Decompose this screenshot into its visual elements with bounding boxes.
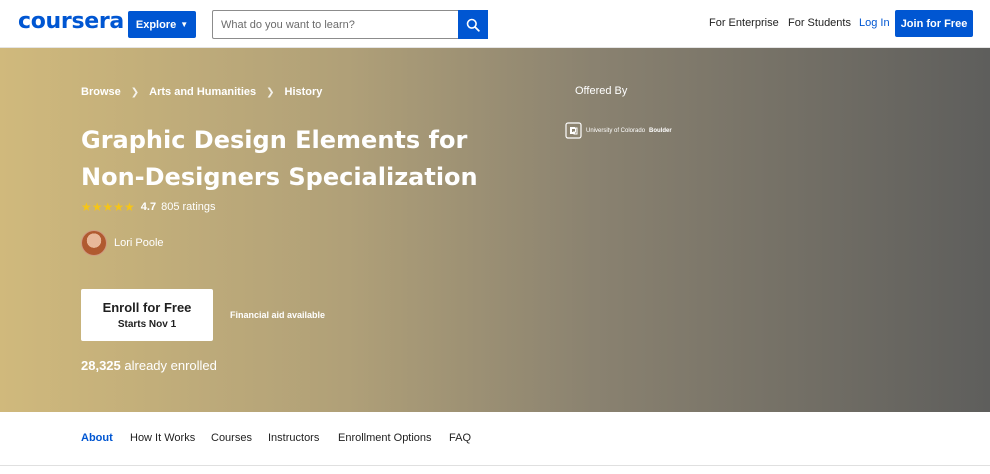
search-bar (212, 10, 488, 39)
university-name-bold: Boulder (649, 127, 672, 134)
page-title: Graphic Design Elements for Non-Designer… (81, 122, 501, 196)
enrolled-suffix: already enrolled (124, 358, 217, 373)
breadcrumb-item-browse[interactable]: Browse (81, 86, 121, 98)
chevron-right-icon: ❯ (130, 86, 140, 98)
enroll-start-date: Starts Nov 1 (117, 319, 177, 330)
title-line-1: Graphic Design Elements for (81, 126, 468, 154)
instructor-name[interactable]: Lori Poole (114, 237, 164, 249)
tab-about[interactable]: About (81, 432, 113, 444)
rating-summary: ★★★★★ 4.7 805 ratings (81, 200, 216, 214)
tab-how-it-works[interactable]: How It Works (130, 432, 195, 444)
for-enterprise-link[interactable]: For Enterprise (709, 17, 779, 29)
explore-label: Explore (135, 18, 177, 31)
tab-instructors[interactable]: Instructors (268, 432, 319, 444)
instructor[interactable]: Lori Poole (81, 230, 164, 256)
breadcrumb-item-history[interactable]: History (285, 86, 323, 98)
tab-faq[interactable]: FAQ (449, 432, 471, 444)
chevron-right-icon: ❯ (266, 86, 275, 98)
cu-logo-icon (565, 122, 582, 139)
enrolled-number: 28,325 (81, 358, 121, 373)
rating-count[interactable]: 805 ratings (161, 201, 215, 213)
tab-enrollment-options[interactable]: Enrollment Options (338, 432, 432, 444)
breadcrumb-item-arts-humanities[interactable]: Arts and Humanities (149, 86, 256, 98)
offered-by-label: Offered By (575, 85, 628, 97)
avatar (81, 230, 107, 256)
search-icon (466, 18, 480, 32)
search-button[interactable] (458, 10, 488, 39)
search-input[interactable] (213, 11, 458, 38)
top-navbar: coursera Explore ▼ For Enterprise For St… (0, 0, 990, 48)
enroll-label: Enroll for Free (102, 300, 192, 315)
join-for-free-button[interactable]: Join for Free (895, 10, 973, 37)
explore-button[interactable]: Explore ▼ (128, 11, 196, 38)
section-tabs: About How It Works Courses Instructors E… (0, 412, 990, 466)
chevron-down-icon: ▼ (180, 20, 189, 29)
hero-banner: Browse ❯ Arts and Humanities ❯ History G… (0, 48, 990, 412)
rating-value: 4.7 (140, 201, 157, 213)
coursera-logo[interactable]: coursera (18, 9, 124, 34)
financial-aid-link[interactable]: Financial aid available (230, 310, 325, 320)
breadcrumb: Browse ❯ Arts and Humanities ❯ History (81, 86, 322, 98)
login-link[interactable]: Log In (859, 17, 890, 29)
enroll-button[interactable]: Enroll for Free Starts Nov 1 (81, 289, 213, 341)
for-students-link[interactable]: For Students (788, 17, 851, 29)
title-line-2: Non-Designers Specialization (81, 163, 478, 191)
tab-courses[interactable]: Courses (211, 432, 252, 444)
university-logo[interactable]: University of Colorado Boulder (565, 122, 672, 139)
university-name-prefix: University of Colorado (586, 127, 646, 134)
star-rating-icon: ★★★★★ (81, 200, 135, 214)
enrolled-count: 28,325 already enrolled (81, 358, 217, 373)
